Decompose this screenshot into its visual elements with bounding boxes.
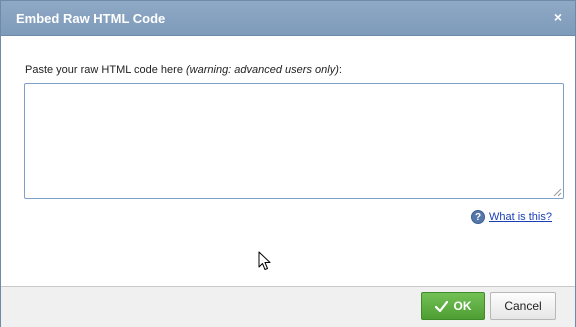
embed-html-dialog: Embed Raw HTML Code × Paste your raw HTM… xyxy=(0,0,576,327)
label-main-text: Paste your raw HTML code here xyxy=(25,64,186,76)
dialog-title: Embed Raw HTML Code xyxy=(16,11,166,26)
html-code-textarea[interactable] xyxy=(24,83,564,199)
dialog-titlebar[interactable]: Embed Raw HTML Code × xyxy=(1,1,575,36)
label-suffix: : xyxy=(338,64,342,76)
ok-button[interactable]: OK xyxy=(421,292,485,320)
label-warning-text: (warning: advanced users only) xyxy=(186,64,339,76)
close-icon[interactable]: × xyxy=(551,10,565,24)
resize-grip-icon[interactable] xyxy=(552,187,562,197)
dialog-footer: OK Cancel xyxy=(1,286,575,327)
cancel-button-label: Cancel xyxy=(504,299,542,313)
question-icon[interactable]: ? xyxy=(471,210,485,224)
ok-button-label: OK xyxy=(453,299,472,313)
cancel-button[interactable]: Cancel xyxy=(490,292,556,320)
checkmark-icon xyxy=(434,300,448,312)
html-code-label: Paste your raw HTML code here (warning: … xyxy=(25,64,342,76)
what-is-this-link[interactable]: What is this? xyxy=(489,211,552,223)
help-row: ? What is this? xyxy=(471,210,552,224)
mouse-cursor-icon xyxy=(258,251,271,270)
